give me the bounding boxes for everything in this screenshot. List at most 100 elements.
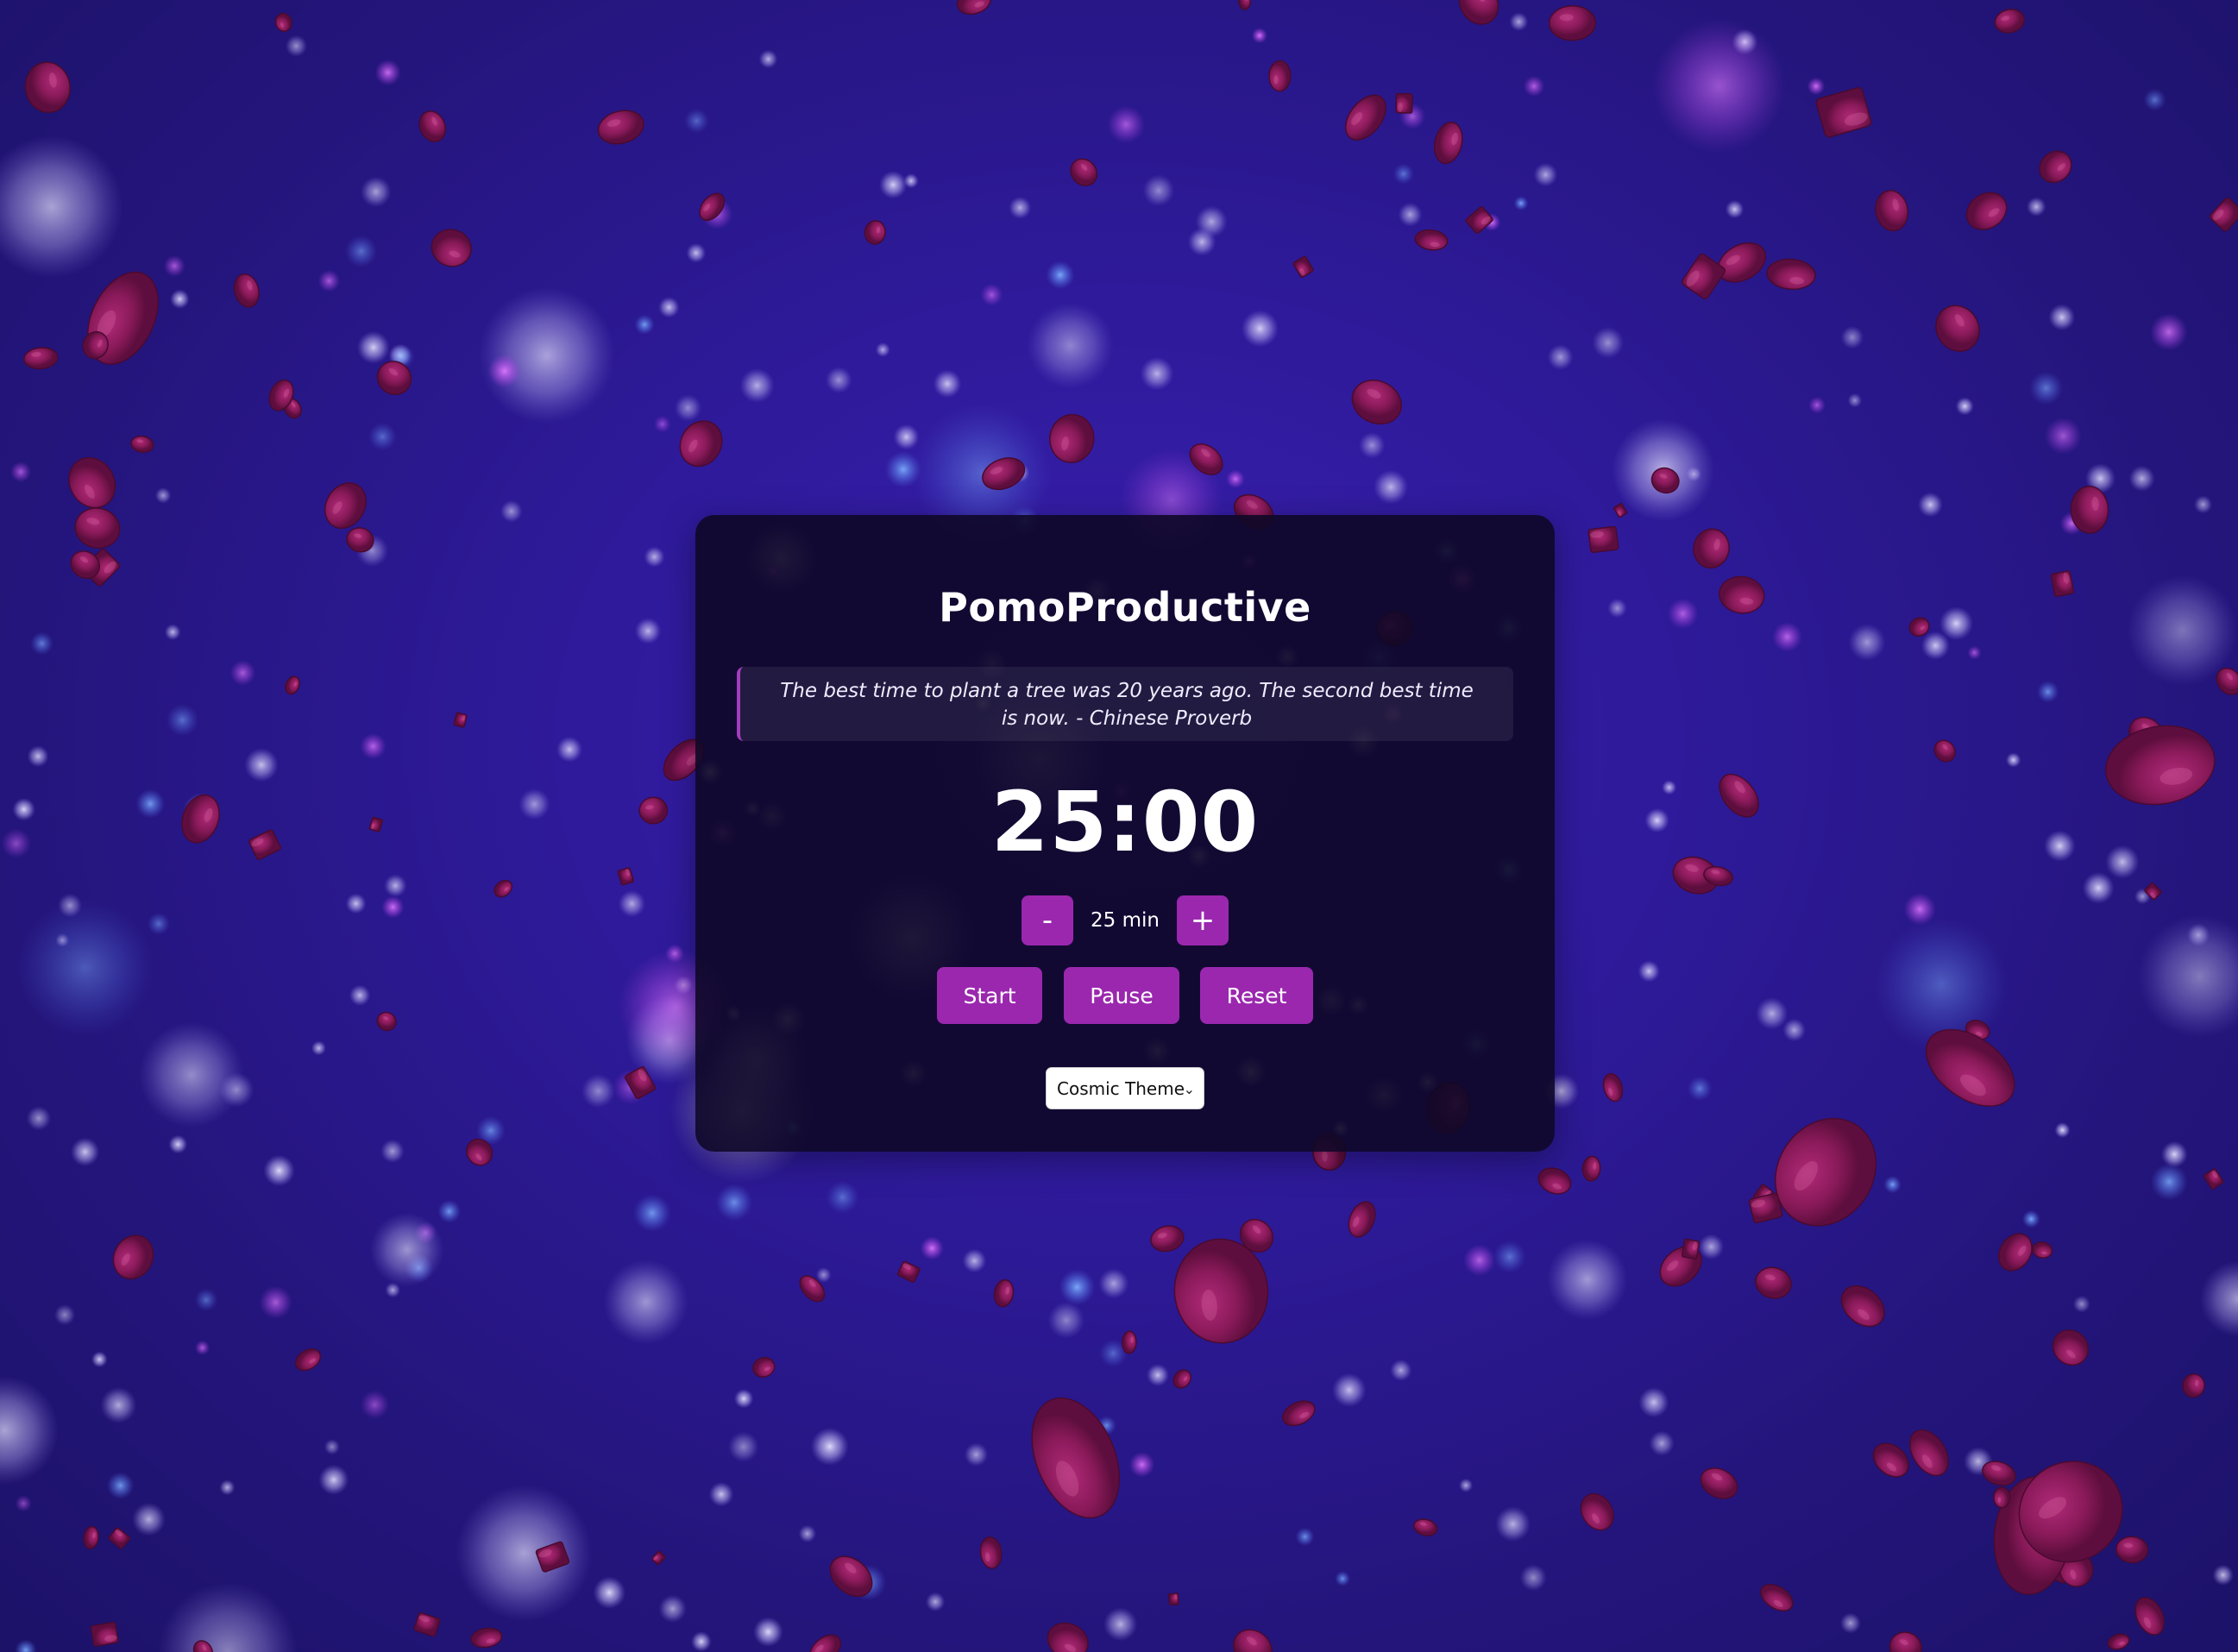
bokeh-light bbox=[0, 135, 123, 279]
bokeh-light bbox=[634, 618, 662, 644]
floating-particle bbox=[1993, 1486, 2011, 1509]
bokeh-light bbox=[2082, 871, 2115, 904]
bokeh-light bbox=[1782, 1018, 1807, 1042]
pause-button[interactable]: Pause bbox=[1064, 967, 1179, 1024]
floating-particle bbox=[368, 816, 384, 832]
bokeh-light bbox=[285, 35, 307, 57]
bokeh-light bbox=[1725, 199, 1745, 219]
start-button[interactable]: Start bbox=[937, 967, 1042, 1024]
bokeh-light bbox=[26, 1106, 52, 1131]
floating-particle bbox=[1168, 1592, 1179, 1606]
floating-particle bbox=[1681, 253, 1726, 299]
floating-particle bbox=[957, 0, 991, 16]
floating-particle bbox=[2050, 570, 2075, 597]
bokeh-light bbox=[1847, 393, 1863, 408]
floating-particle bbox=[1172, 1369, 1191, 1389]
bokeh-light bbox=[456, 1485, 593, 1622]
floating-particle bbox=[1049, 413, 1095, 463]
bokeh-light bbox=[2161, 1140, 2188, 1168]
bokeh-light bbox=[634, 314, 655, 335]
increase-duration-button[interactable]: + bbox=[1177, 895, 1229, 945]
bokeh-light bbox=[369, 1212, 444, 1287]
bokeh-light bbox=[1687, 1076, 1713, 1102]
floating-particle bbox=[1458, 0, 1499, 25]
bokeh-light bbox=[2072, 1295, 2090, 1313]
bokeh-light bbox=[1459, 1478, 1474, 1492]
bokeh-light bbox=[324, 1439, 340, 1455]
bokeh-light bbox=[1098, 1268, 1129, 1299]
floating-particle bbox=[1047, 1622, 1089, 1652]
floating-particle bbox=[294, 1348, 322, 1372]
bokeh-light bbox=[1509, 12, 1529, 32]
bokeh-light bbox=[2128, 465, 2155, 492]
bokeh-light bbox=[380, 1139, 405, 1164]
bokeh-light bbox=[166, 704, 199, 737]
bokeh-light bbox=[100, 1386, 137, 1423]
reset-button[interactable]: Reset bbox=[1200, 967, 1313, 1024]
floating-particle bbox=[752, 1357, 776, 1378]
bokeh-light bbox=[360, 1390, 390, 1420]
bokeh-light bbox=[2143, 88, 2166, 111]
bokeh-light bbox=[1607, 598, 1627, 619]
bokeh-light bbox=[519, 788, 550, 820]
bokeh-light bbox=[893, 424, 920, 450]
bokeh-light bbox=[1807, 77, 1826, 96]
bokeh-light bbox=[2048, 304, 2076, 331]
floating-particle bbox=[2105, 725, 2216, 806]
floating-particle bbox=[1719, 575, 1765, 614]
floating-particle bbox=[617, 867, 634, 886]
chevron-down-icon: ⌄ bbox=[1183, 1081, 1195, 1097]
bokeh-light bbox=[1523, 75, 1545, 97]
bokeh-light bbox=[1840, 325, 1864, 349]
floating-particle bbox=[1889, 1631, 1922, 1652]
floating-particle bbox=[1122, 1330, 1137, 1354]
bokeh-light bbox=[2026, 197, 2046, 217]
bokeh-light bbox=[2044, 417, 2083, 455]
bokeh-light bbox=[374, 60, 401, 86]
bokeh-light bbox=[345, 893, 367, 914]
bokeh-light bbox=[147, 912, 170, 935]
floating-particle bbox=[74, 507, 121, 549]
floating-particle bbox=[1997, 1233, 2033, 1272]
bokeh-light bbox=[556, 736, 583, 763]
floating-particle bbox=[1840, 1285, 1885, 1328]
floating-particle bbox=[1717, 242, 1766, 283]
bokeh-light bbox=[12, 797, 35, 821]
floating-particle bbox=[2182, 1373, 2205, 1398]
bokeh-light bbox=[1146, 1363, 1170, 1387]
floating-particle bbox=[2134, 1597, 2166, 1636]
decrease-duration-button[interactable]: - bbox=[1022, 895, 1073, 945]
bokeh-light bbox=[1009, 196, 1032, 219]
bokeh-light bbox=[733, 1389, 754, 1409]
floating-particle bbox=[324, 482, 367, 529]
motivational-quote: The best time to plant a tree was 20 yea… bbox=[737, 667, 1513, 741]
bokeh-light bbox=[1839, 1612, 1861, 1634]
bokeh-light bbox=[1332, 1372, 1367, 1408]
bokeh-light bbox=[360, 176, 392, 208]
floating-particle bbox=[597, 110, 644, 145]
bokeh-light bbox=[1, 828, 31, 858]
floating-particle bbox=[1233, 1629, 1273, 1652]
floating-particle bbox=[1994, 9, 2025, 34]
bokeh-light bbox=[1187, 228, 1216, 256]
floating-particle bbox=[1031, 1397, 1121, 1519]
floating-particle bbox=[376, 1011, 397, 1032]
bokeh-light bbox=[815, 1266, 832, 1283]
floating-particle bbox=[979, 1536, 1003, 1569]
theme-select[interactable]: Cosmic Theme ⌄ bbox=[1046, 1067, 1204, 1109]
bokeh-light bbox=[2036, 681, 2059, 703]
bokeh-light bbox=[381, 895, 405, 919]
bokeh-light bbox=[593, 1576, 626, 1609]
bokeh-light bbox=[164, 624, 181, 641]
bokeh-light bbox=[15, 1639, 37, 1652]
bokeh-light bbox=[2212, 1564, 2234, 1586]
bokeh-light bbox=[9, 461, 32, 483]
floating-particle bbox=[1681, 1238, 1701, 1260]
bokeh-light bbox=[53, 1304, 76, 1326]
bokeh-light bbox=[384, 874, 407, 897]
floating-particle bbox=[651, 1550, 666, 1566]
duration-value: 25 min bbox=[1091, 909, 1160, 932]
bokeh-light bbox=[154, 487, 172, 504]
floating-particle bbox=[679, 420, 723, 468]
bokeh-light bbox=[2150, 1163, 2188, 1201]
